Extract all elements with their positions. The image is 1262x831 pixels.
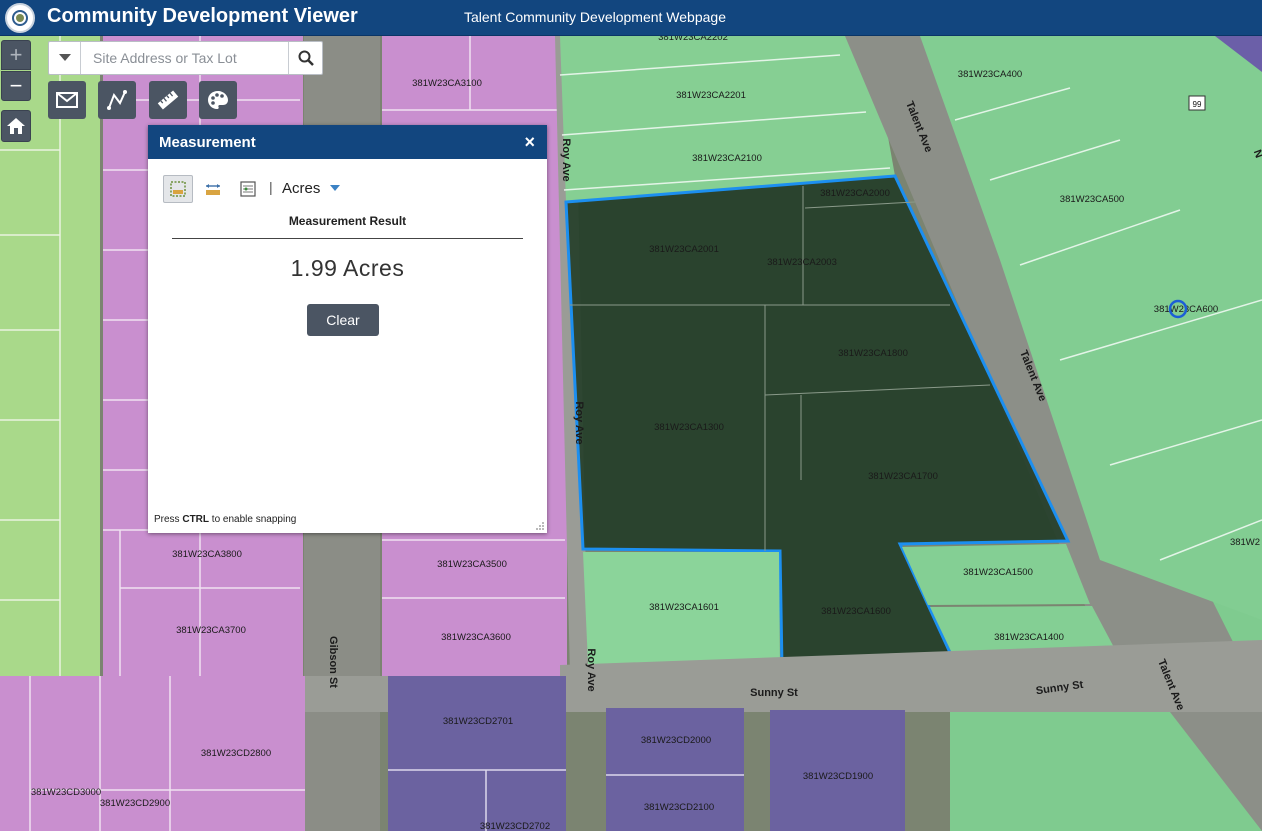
resize-grip-icon[interactable] xyxy=(536,522,544,530)
clear-button[interactable]: Clear xyxy=(307,304,379,336)
parcel-label: 381W23CD2701 xyxy=(443,716,513,727)
parcel-label: 381W23CD2100 xyxy=(644,802,714,813)
parcel-label: 381W23CA2202 xyxy=(658,36,728,43)
parcel-label: 381W23CA1601 xyxy=(649,602,719,613)
chevron-down-icon[interactable] xyxy=(330,185,340,191)
city-seal-logo xyxy=(5,3,35,33)
draw-icon xyxy=(107,90,127,110)
parcel-label: 381W23CA1300 xyxy=(654,422,724,433)
home-icon xyxy=(7,118,25,134)
snap-hint-key: CTRL xyxy=(182,514,210,525)
distance-measure-button[interactable] xyxy=(198,175,228,203)
parcel-label: 381W23CD2702 xyxy=(480,821,550,831)
snapping-hint: Press CTRL to enable snapping xyxy=(154,514,296,525)
chevron-down-icon xyxy=(58,54,71,61)
parcel-label: 381W23CA1600 xyxy=(821,606,891,617)
home-button[interactable] xyxy=(1,110,31,142)
close-button[interactable]: × xyxy=(524,132,535,153)
app-title: Community Development Viewer xyxy=(47,5,358,27)
panel-title: Measurement xyxy=(159,134,256,151)
search-icon xyxy=(298,50,314,66)
snap-hint-prefix: Press xyxy=(154,514,180,525)
search-box xyxy=(48,41,323,75)
parcel-label: 381W23CA3600 xyxy=(441,632,511,643)
parcel-label: 381W23CD2900 xyxy=(100,798,170,809)
zoom-out-button[interactable]: − xyxy=(1,71,31,101)
parcel-label: 381W23CA1700 xyxy=(868,471,938,482)
search-source-dropdown[interactable] xyxy=(49,42,81,74)
unit-dropdown[interactable]: Acres xyxy=(282,180,320,197)
parcel-label: 381W23CA3700 xyxy=(176,625,246,636)
parcel-label: 381W23CD1900 xyxy=(803,771,873,782)
area-icon xyxy=(170,181,186,197)
parcel-label: 381W23CA3800 xyxy=(172,549,242,560)
parcel-label: 381W23CD3000 xyxy=(31,787,101,798)
panel-header: Measurement × xyxy=(148,125,547,159)
street-label: Gibson St xyxy=(327,636,339,688)
result-label: Measurement Result xyxy=(288,214,407,228)
parcel-label: 381W23CD2000 xyxy=(641,735,711,746)
street-label: Sunny St xyxy=(750,687,798,699)
svg-text:99: 99 xyxy=(1193,100,1202,109)
highway-99-shield: 99 xyxy=(1188,95,1206,111)
parcel-label: 381W23CA2003 xyxy=(767,257,837,268)
email-tool-button[interactable] xyxy=(48,81,86,119)
app-header: Community Development Viewer Talent Comm… xyxy=(0,0,1262,36)
parcel-label: 381W23CA2000 xyxy=(820,188,890,199)
parcel-label: 381W2 xyxy=(1230,537,1260,548)
parcel-label: 381W23CA400 xyxy=(958,69,1022,80)
parcel-label: 381W23CA1800 xyxy=(838,348,908,359)
ruler-icon xyxy=(157,90,179,110)
parcel-label: 381W23CA500 xyxy=(1060,194,1124,205)
search-button[interactable] xyxy=(288,42,322,74)
draw-tool-button[interactable] xyxy=(98,81,136,119)
area-measure-button[interactable] xyxy=(163,175,193,203)
search-input[interactable] xyxy=(82,42,288,74)
parcel-label: 381W23CA2100 xyxy=(692,153,762,164)
parcel-label: 381W23CA1500 xyxy=(963,567,1033,578)
parcel-label: 381W23CA1400 xyxy=(994,632,1064,643)
envelope-icon xyxy=(56,92,78,108)
result-value: 1.99 Acres xyxy=(290,255,405,281)
parcel-label: 381W23CD2800 xyxy=(201,748,271,759)
parcel-label: 381W23CA3500 xyxy=(437,559,507,570)
parcel-label: 381W23CA2001 xyxy=(649,244,719,255)
street-label: Roy Ave xyxy=(560,138,572,181)
parcel-label: 381W23CA3100 xyxy=(412,78,482,89)
parcel-label: 381W23CA2201 xyxy=(676,90,746,101)
divider xyxy=(172,238,523,239)
street-label: Roy Ave xyxy=(573,401,585,444)
snap-hint-suffix: to enable snapping xyxy=(211,514,297,525)
measurement-panel: Measurement × | Acres Measurement Result… xyxy=(148,125,547,533)
unit-separator: | xyxy=(269,179,273,195)
measure-tool-button[interactable] xyxy=(149,81,187,119)
distance-icon xyxy=(206,184,220,195)
zoom-in-button[interactable]: + xyxy=(1,40,31,70)
app-subtitle-link[interactable]: Talent Community Development Webpage xyxy=(464,9,726,25)
coordinate-icon xyxy=(240,181,256,197)
palette-icon xyxy=(208,91,228,109)
basemap-tool-button[interactable] xyxy=(199,81,237,119)
street-label: Roy Ave xyxy=(585,648,597,691)
location-measure-button[interactable] xyxy=(233,175,263,203)
